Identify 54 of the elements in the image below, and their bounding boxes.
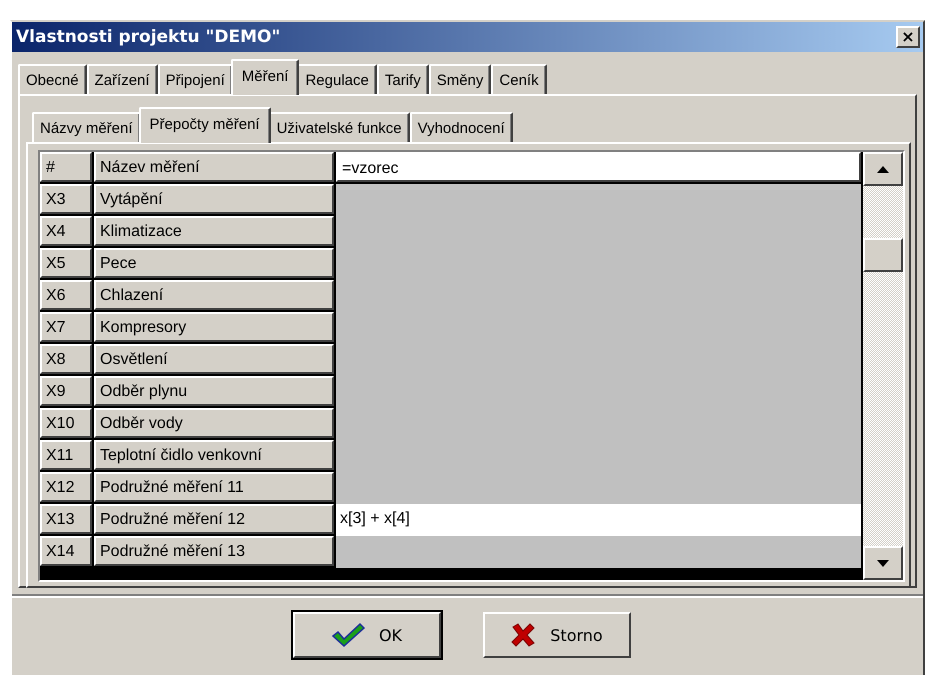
row-header: X13	[40, 504, 92, 534]
table-cell: Podružné měření 11	[94, 472, 334, 502]
table-cell: Pece	[94, 248, 334, 278]
up-arrow-icon	[877, 166, 889, 172]
table-cell: Odběr vody	[94, 408, 334, 438]
row-header: X11	[40, 440, 92, 470]
row-header: X12	[40, 472, 92, 502]
window-title: Vlastnosti projektu "DEMO"	[16, 27, 280, 47]
tab[interactable]: Obecné	[18, 64, 87, 94]
row-header: X4	[40, 216, 92, 246]
table-cell[interactable]	[336, 536, 861, 568]
table-cell: Osvětlení	[94, 344, 334, 374]
row-header: X5	[40, 248, 92, 278]
table-cell: Kompresory	[94, 312, 334, 342]
tab[interactable]: Měření	[230, 59, 300, 95]
row-header: X6	[40, 280, 92, 310]
header-cell: Název měření	[94, 152, 334, 182]
tab[interactable]: Směny	[428, 64, 492, 94]
tab[interactable]: Zařízení	[86, 64, 158, 94]
row-header: X10	[40, 408, 92, 438]
tab[interactable]: Názvy měření	[32, 112, 141, 142]
tab[interactable]: Připojení	[158, 64, 233, 94]
table-cell[interactable]	[336, 472, 861, 504]
scroll-up-button[interactable]	[863, 152, 903, 186]
tab[interactable]: Tarify	[376, 64, 429, 94]
table-cell: Chlazení	[94, 280, 334, 310]
ok-button[interactable]: OK	[292, 612, 440, 658]
tab[interactable]: Uživatelské funkce	[268, 112, 410, 142]
tab[interactable]: Přepočty měření	[138, 107, 271, 143]
row-header: X3	[40, 184, 92, 214]
tab[interactable]: Ceník	[491, 64, 547, 94]
table-cell[interactable]	[336, 184, 861, 216]
cross-icon	[510, 622, 536, 648]
header-cell: #	[40, 152, 92, 182]
checkmark-icon	[330, 622, 365, 648]
table-cell: Odběr plynu	[94, 376, 334, 406]
down-arrow-icon	[877, 560, 889, 566]
table-cell: Klimatizace	[94, 216, 334, 246]
table-cell: Podružné měření 13	[94, 536, 334, 566]
formula-cell[interactable]: x[3] + x[4]	[336, 504, 861, 536]
table-cell: Vytápění	[94, 184, 334, 214]
header-cell: =vzorec	[336, 152, 861, 182]
row-header: X7	[40, 312, 92, 342]
row-header: X9	[40, 376, 92, 406]
row-header: X8	[40, 344, 92, 374]
tab[interactable]: Regulace	[297, 64, 377, 94]
table-cell: Teplotní čidlo venkovní	[94, 440, 334, 470]
tab[interactable]: Vyhodnocení	[410, 112, 513, 142]
scroll-down-button[interactable]	[863, 546, 903, 580]
cancel-button[interactable]: Storno	[482, 612, 630, 658]
row-header: X14	[40, 536, 92, 566]
close-button[interactable]: ×	[896, 26, 920, 48]
table-cell: Podružné měření 12	[94, 504, 334, 534]
scroll-thumb[interactable]	[863, 238, 903, 272]
